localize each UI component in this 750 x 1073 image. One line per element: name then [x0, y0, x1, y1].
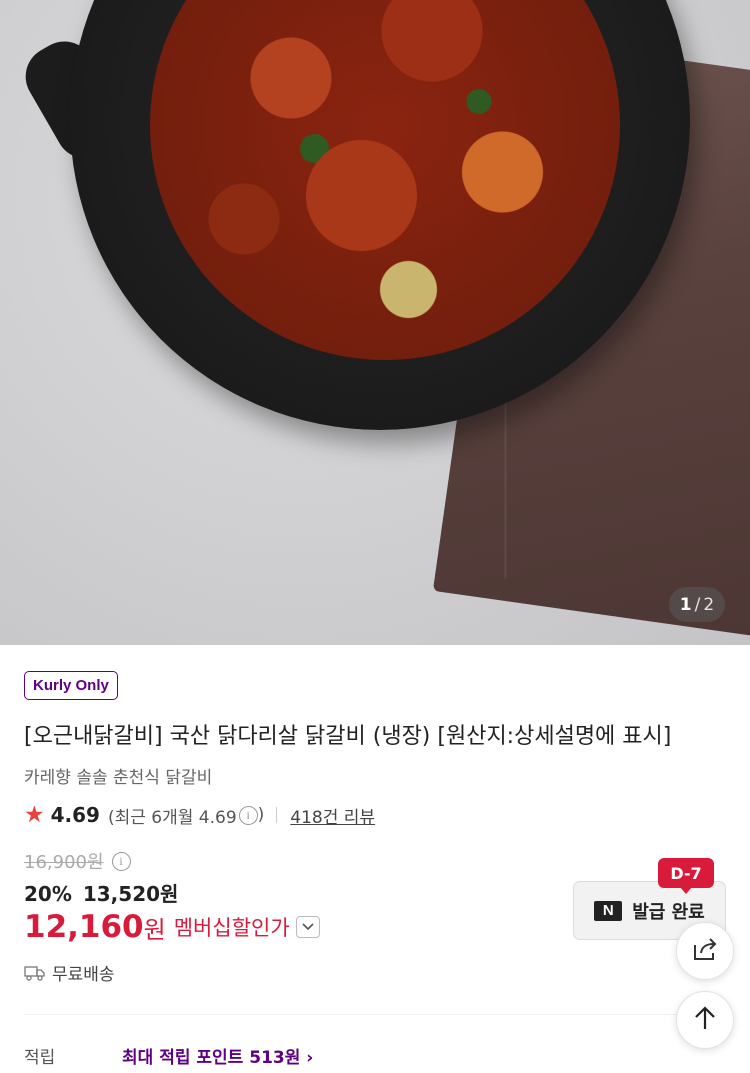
dday-badge: D-7 [658, 858, 714, 894]
discount-percent: 20% [24, 882, 72, 906]
star-icon: ★ [24, 801, 45, 828]
original-price: 16,900원 [24, 852, 104, 873]
member-price-label: 멤버십할인가 [173, 916, 290, 940]
delivery-info: 무료배송 [24, 960, 115, 985]
coupon-label: 발급 완료 [632, 901, 705, 923]
chevron-down-icon[interactable] [295, 916, 320, 938]
product-image-gallery[interactable]: 1 / 2 [0, 0, 750, 645]
rating-value: 4.69 [50, 803, 100, 827]
member-price: 12,160 [24, 909, 144, 945]
image-page-counter: 1 / 2 [669, 587, 725, 622]
total-pages: 2 [703, 594, 715, 615]
share-icon [691, 936, 719, 966]
delivery-text: 무료배송 [52, 965, 115, 985]
rating-row: ★ 4.69 (최근 6개월 4.69 i ) 418건 리뷰 [24, 801, 375, 829]
recent-rating: (최근 6개월 4.69 [107, 807, 237, 828]
points-link[interactable]: 최대 적립 포인트 513원 › [122, 1043, 313, 1068]
page-separator: / [694, 594, 701, 615]
product-subtitle: 카레향 솔솔 춘천식 닭갈비 [24, 768, 213, 788]
scroll-top-button[interactable] [676, 991, 734, 1049]
sale-price-row: 20% 13,520원 [24, 878, 178, 907]
divider [276, 807, 278, 823]
arrow-up-icon [693, 1005, 717, 1035]
section-divider [24, 1014, 726, 1015]
recent-rating-close: ) [257, 805, 265, 825]
points-label: 적립 [24, 1048, 56, 1068]
points-row: 적립 최대 적립 포인트 513원 › [24, 1043, 313, 1068]
product-title: [오근내닭갈비] 국산 닭다리살 닭갈비 (냉장) [원산지:상세설명에 표시] [24, 724, 672, 749]
share-button[interactable] [676, 922, 734, 980]
review-count-link[interactable]: 418건 리뷰 [290, 803, 375, 828]
sale-price: 13,520원 [82, 882, 179, 906]
original-price-row: 16,900원 i [24, 848, 131, 874]
truck-icon [24, 965, 46, 981]
naver-logo-icon: N [594, 900, 623, 921]
member-price-unit: 원 [143, 915, 166, 944]
current-page: 1 [679, 594, 692, 615]
info-icon[interactable]: i [238, 805, 258, 825]
info-icon[interactable]: i [111, 851, 131, 871]
kurly-only-badge: Kurly Only [24, 671, 118, 700]
member-price-row: 12,160 원 멤버십할인가 [24, 909, 320, 945]
